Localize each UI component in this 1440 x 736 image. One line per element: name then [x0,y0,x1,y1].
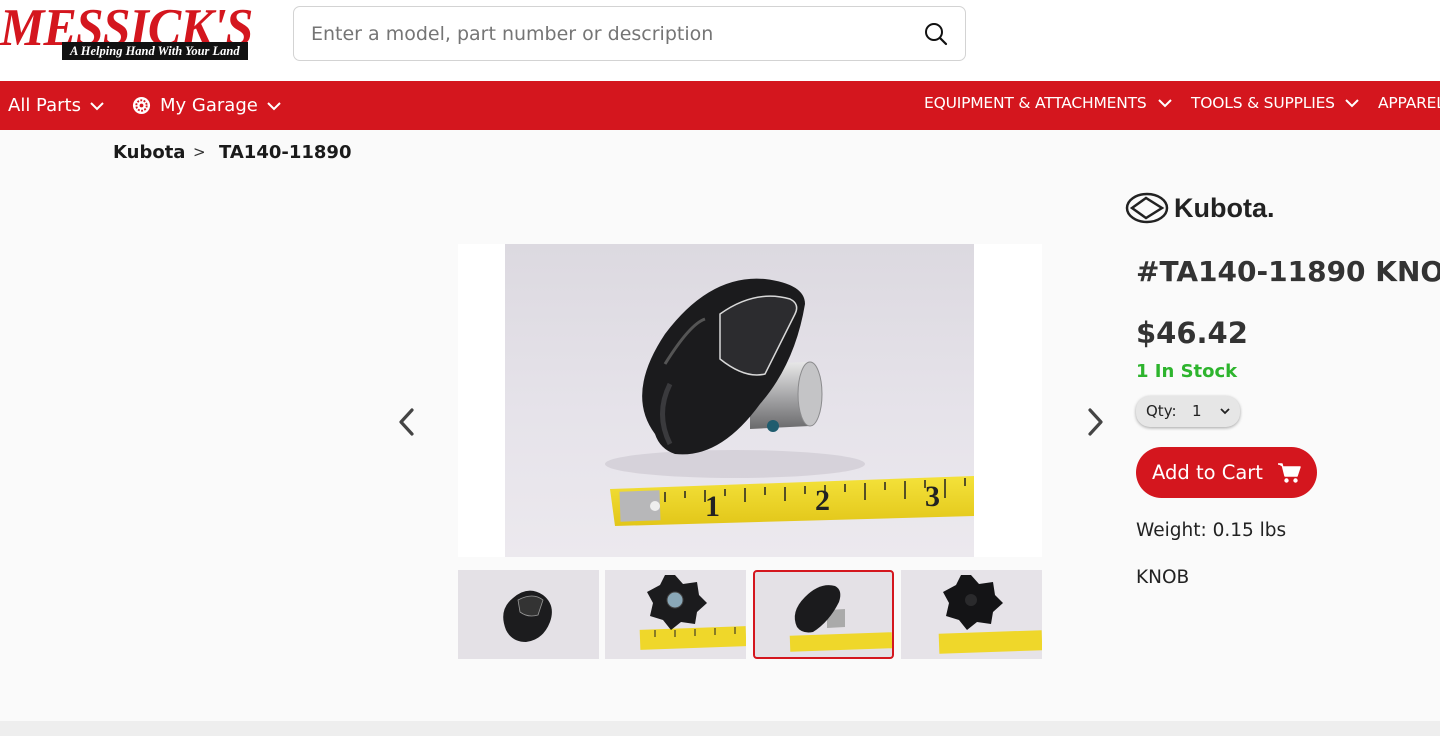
chevron-down-icon [1220,408,1230,415]
product-price: $46.42 [1136,316,1248,350]
footer-divider [0,721,1440,736]
knob-top-thumbnail [938,575,1042,654]
nav-all-parts[interactable]: All Parts [8,81,105,130]
site-header: MESSICK'S A Helping Hand With Your Land [0,0,1440,81]
add-to-cart-button[interactable]: Add to Cart [1136,447,1317,498]
chevron-down-icon [90,101,104,110]
nav-tools-label: TOOLS & SUPPLIES [1191,93,1335,112]
nav-apparel-label: APPAREL [1378,93,1440,112]
main-product-image[interactable]: 1 2 3 [458,244,1042,557]
nav-tools[interactable]: TOOLS & SUPPLIES [1191,81,1360,127]
nav-my-garage-label: My Garage [160,95,258,116]
logo-tagline: A Helping Hand With Your Land [62,42,248,60]
kubota-logo: Kubota. [1125,192,1275,224]
knob-photo-illustration: 1 2 3 [605,278,974,526]
knob-side-thumbnail [503,590,552,642]
nav-all-parts-label: All Parts [8,95,81,116]
breadcrumb-brand[interactable]: Kubota [113,142,185,166]
nav-apparel[interactable]: APPAREL [1378,81,1440,127]
chevron-left-icon[interactable] [392,402,422,442]
product-title: #TA140-11890 KNOB [1136,255,1440,288]
thumbnail-2[interactable] [605,570,746,659]
search-bar [293,6,966,61]
chevron-down-icon [267,101,281,110]
tape-label: 1 [705,490,720,523]
tape-label: 2 [815,484,830,517]
chevron-right-icon[interactable] [1080,402,1110,442]
knob-top-thumbnail [639,575,746,650]
thumbnail-1[interactable] [458,570,599,659]
nav-equipment-label: EQUIPMENT & ATTACHMENTS [924,93,1147,112]
tape-label: 3 [925,480,940,513]
product-weight: Weight: 0.15 lbs [1136,520,1287,541]
product-photo: 1 2 3 [505,244,974,557]
qty-value: 1 [1192,402,1202,420]
product-description: KNOB [1136,567,1190,588]
add-to-cart-label: Add to Cart [1152,461,1263,484]
nav-my-garage[interactable]: My Garage [132,81,282,130]
stock-status: 1 In Stock [1136,361,1238,382]
breadcrumb-separator: > [193,143,206,161]
quantity-select[interactable]: Qty: 1 [1136,396,1240,427]
chevron-down-icon [1345,98,1359,107]
search-input[interactable] [311,17,891,51]
main-nav: All Parts My Garage EQUIPMENT & ATTACHME… [0,81,1440,130]
messicks-logo[interactable]: MESSICK'S A Helping Hand With Your Land [0,1,265,62]
breadcrumb-part: TA140-11890 [219,142,352,163]
thumbnail-3-active[interactable] [753,570,894,659]
shopping-cart-icon [1278,463,1301,483]
kubota-logo-text: Kubota. [1174,193,1275,223]
chevron-down-icon [1157,98,1172,107]
qty-label: Qty: [1146,402,1177,420]
search-icon[interactable] [923,21,949,47]
thumbnail-4[interactable] [901,570,1042,659]
nav-equipment[interactable]: EQUIPMENT & ATTACHMENTS [924,81,1173,127]
garage-wheel-icon [132,96,151,115]
knob-angle-thumbnail [789,585,892,652]
